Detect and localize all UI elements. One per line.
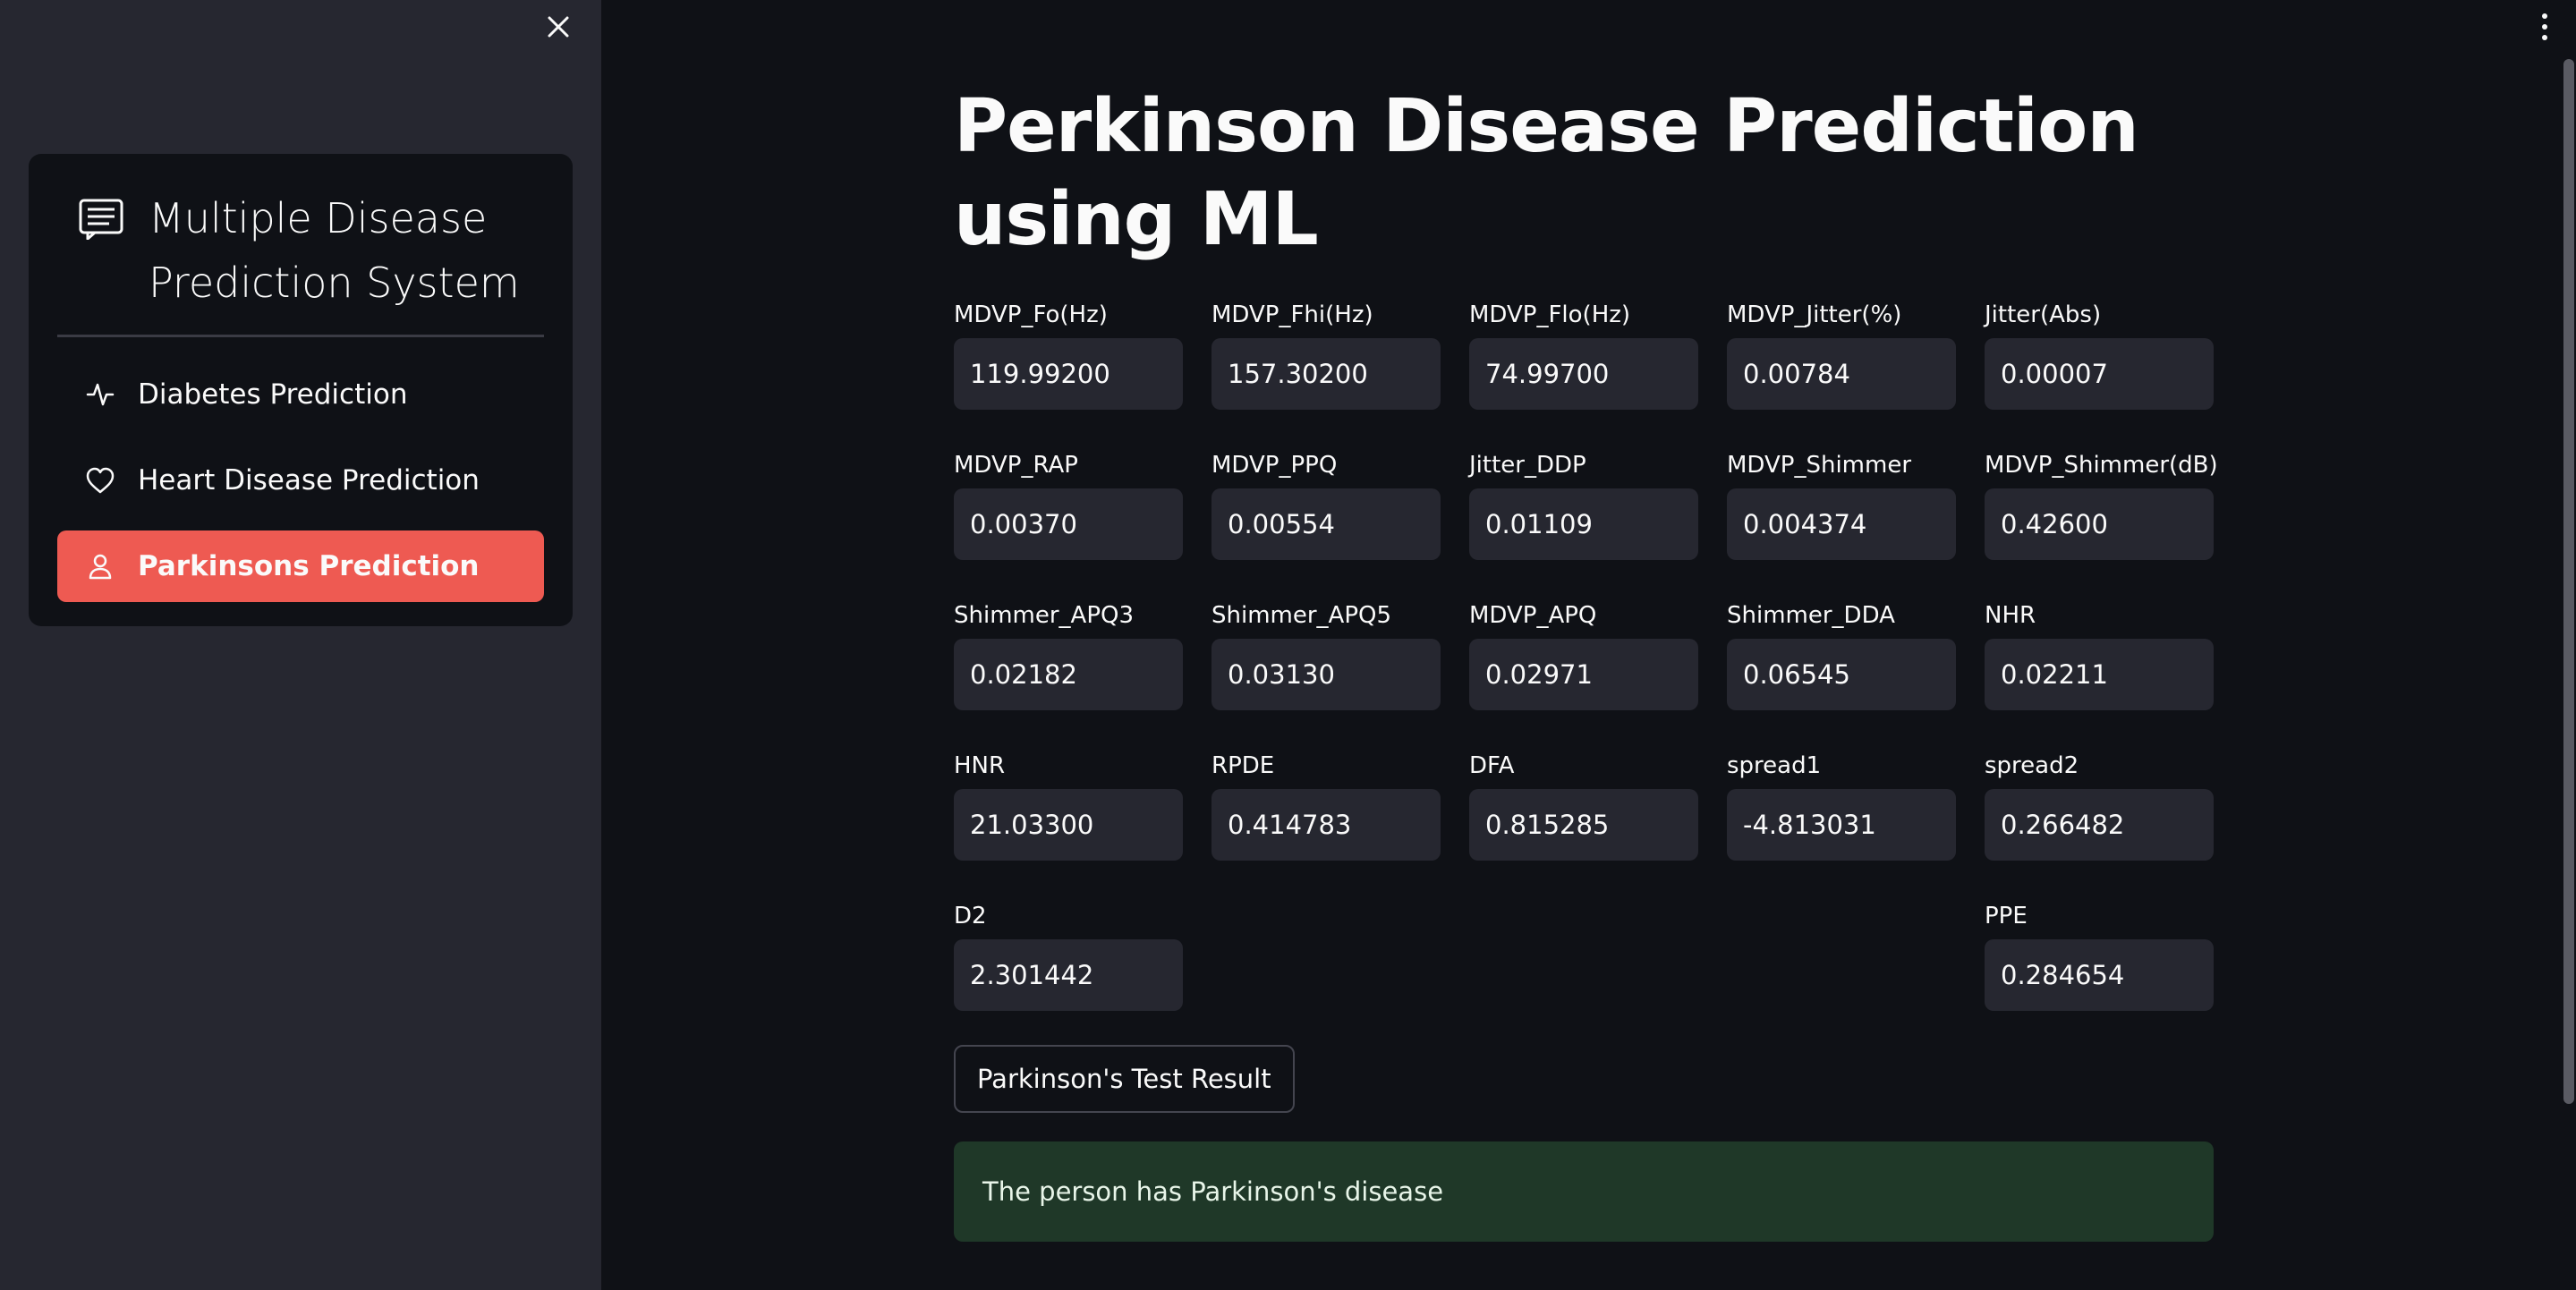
ppe-input[interactable] bbox=[1985, 939, 2214, 1011]
field-label: Jitter_DDP bbox=[1469, 452, 1586, 479]
sidebar: Multiple Disease Prediction System Diabe… bbox=[0, 0, 601, 1290]
shimmer-dda-input[interactable] bbox=[1727, 639, 1956, 710]
field-jitter-abs: Jitter(Abs) bbox=[1985, 299, 2214, 449]
field-label: Shimmer_APQ5 bbox=[1211, 602, 1392, 629]
menu-title-text: Multiple Disease Prediction System bbox=[149, 194, 520, 307]
result-text: The person has Parkinson's disease bbox=[982, 1176, 1444, 1207]
mdvp-apq-input[interactable] bbox=[1469, 639, 1698, 710]
shimmer-apq3-input[interactable] bbox=[954, 639, 1183, 710]
input-grid: MDVP_Fo(Hz) MDVP_Fhi(Hz) MDVP_Flo(Hz) MD… bbox=[954, 299, 2218, 1050]
rpde-input[interactable] bbox=[1211, 789, 1441, 861]
field-label: MDVP_APQ bbox=[1469, 602, 1597, 629]
field-mdvp-ppq: MDVP_PPQ bbox=[1211, 449, 1441, 599]
field-label: NHR bbox=[1985, 602, 2036, 629]
spread1-input[interactable] bbox=[1727, 789, 1956, 861]
option-menu: Multiple Disease Prediction System Diabe… bbox=[29, 154, 573, 626]
test-result-button[interactable]: Parkinson's Test Result bbox=[954, 1045, 1295, 1113]
nav-item-parkinsons[interactable]: Parkinsons Prediction bbox=[57, 530, 544, 602]
field-label: PPE bbox=[1985, 903, 2028, 929]
menu-card-icon bbox=[79, 199, 123, 240]
field-mdvp-apq: MDVP_APQ bbox=[1469, 599, 1698, 750]
field-mdvp-flo: MDVP_Flo(Hz) bbox=[1469, 299, 1698, 449]
field-label: MDVP_PPQ bbox=[1211, 452, 1338, 479]
empty-cell bbox=[1469, 900, 1698, 1050]
kebab-dot bbox=[2542, 24, 2547, 30]
nav-list: Diabetes Prediction Heart Disease Predic… bbox=[57, 359, 544, 602]
field-nhr: NHR bbox=[1985, 599, 2214, 750]
mdvp-flo-input[interactable] bbox=[1469, 338, 1698, 410]
jitter-ddp-input[interactable] bbox=[1469, 488, 1698, 560]
field-d2: D2 bbox=[954, 900, 1183, 1050]
field-mdvp-rap: MDVP_RAP bbox=[954, 449, 1183, 599]
field-label: Shimmer_APQ3 bbox=[954, 602, 1135, 629]
field-shimmer-dda: Shimmer_DDA bbox=[1727, 599, 1956, 750]
empty-cell bbox=[1211, 900, 1441, 1050]
field-spread2: spread2 bbox=[1985, 750, 2214, 900]
field-dfa: DFA bbox=[1469, 750, 1698, 900]
hnr-input[interactable] bbox=[954, 789, 1183, 861]
field-mdvp-fhi: MDVP_Fhi(Hz) bbox=[1211, 299, 1441, 449]
empty-cell bbox=[1727, 900, 1956, 1050]
main-menu-button[interactable] bbox=[2531, 7, 2558, 47]
spread2-input[interactable] bbox=[1985, 789, 2214, 861]
field-label: MDVP_Flo(Hz) bbox=[1469, 301, 1631, 328]
field-label: spread2 bbox=[1985, 752, 2079, 779]
mdvp-rap-input[interactable] bbox=[954, 488, 1183, 560]
field-label: MDVP_Fhi(Hz) bbox=[1211, 301, 1373, 328]
mdvp-ppq-input[interactable] bbox=[1211, 488, 1441, 560]
menu-title: Multiple Disease Prediction System bbox=[57, 186, 544, 337]
field-rpde: RPDE bbox=[1211, 750, 1441, 900]
mdvp-shimmer-input[interactable] bbox=[1727, 488, 1956, 560]
field-label: D2 bbox=[954, 903, 987, 929]
kebab-dot bbox=[2542, 13, 2547, 19]
scrollbar[interactable] bbox=[2563, 59, 2574, 1104]
nav-item-diabetes[interactable]: Diabetes Prediction bbox=[57, 359, 544, 430]
nav-item-label: Heart Disease Prediction bbox=[138, 464, 480, 496]
close-icon bbox=[548, 16, 569, 38]
person-icon bbox=[84, 550, 116, 582]
heart-icon bbox=[84, 464, 116, 496]
field-hnr: HNR bbox=[954, 750, 1183, 900]
field-label: Jitter(Abs) bbox=[1985, 301, 2102, 328]
shimmer-apq5-input[interactable] bbox=[1211, 639, 1441, 710]
field-label: MDVP_RAP bbox=[954, 452, 1078, 479]
field-label: Shimmer_DDA bbox=[1727, 602, 1895, 629]
field-mdvp-shimmer: MDVP_Shimmer bbox=[1727, 449, 1956, 599]
nhr-input[interactable] bbox=[1985, 639, 2214, 710]
field-shimmer-apq3: Shimmer_APQ3 bbox=[954, 599, 1183, 750]
field-shimmer-apq5: Shimmer_APQ5 bbox=[1211, 599, 1441, 750]
field-mdvp-fo: MDVP_Fo(Hz) bbox=[954, 299, 1183, 449]
main-content: Perkinson Disease Prediction using ML MD… bbox=[954, 0, 2218, 1242]
field-label: RPDE bbox=[1211, 752, 1275, 779]
nav-item-label: Parkinsons Prediction bbox=[138, 550, 480, 582]
field-spread1: spread1 bbox=[1727, 750, 1956, 900]
nav-item-label: Diabetes Prediction bbox=[138, 378, 408, 411]
mdvp-shimmer-db-input[interactable] bbox=[1985, 488, 2214, 560]
close-sidebar-button[interactable] bbox=[540, 9, 576, 45]
field-mdvp-shimmer-db: MDVP_Shimmer(dB) bbox=[1985, 449, 2218, 599]
field-mdvp-jitter-pct: MDVP_Jitter(%) bbox=[1727, 299, 1956, 449]
nav-item-heart-disease[interactable]: Heart Disease Prediction bbox=[57, 445, 544, 516]
page-title: Perkinson Disease Prediction using ML bbox=[954, 84, 2139, 262]
field-label: DFA bbox=[1469, 752, 1515, 779]
field-jitter-ddp: Jitter_DDP bbox=[1469, 449, 1698, 599]
field-label: MDVP_Shimmer bbox=[1727, 452, 1912, 479]
field-label: MDVP_Shimmer(dB) bbox=[1985, 452, 2218, 479]
mdvp-fo-input[interactable] bbox=[954, 338, 1183, 410]
field-ppe: PPE bbox=[1985, 900, 2214, 1050]
kebab-dot bbox=[2542, 35, 2547, 40]
field-label: MDVP_Fo(Hz) bbox=[954, 301, 1108, 328]
activity-icon bbox=[84, 378, 116, 411]
field-label: MDVP_Jitter(%) bbox=[1727, 301, 1902, 328]
jitter-abs-input[interactable] bbox=[1985, 338, 2214, 410]
d2-input[interactable] bbox=[954, 939, 1183, 1011]
result-alert: The person has Parkinson's disease bbox=[954, 1141, 2214, 1242]
dfa-input[interactable] bbox=[1469, 789, 1698, 861]
field-label: spread1 bbox=[1727, 752, 1822, 779]
field-label: HNR bbox=[954, 752, 1006, 779]
mdvp-fhi-input[interactable] bbox=[1211, 338, 1441, 410]
mdvp-jitter-pct-input[interactable] bbox=[1727, 338, 1956, 410]
